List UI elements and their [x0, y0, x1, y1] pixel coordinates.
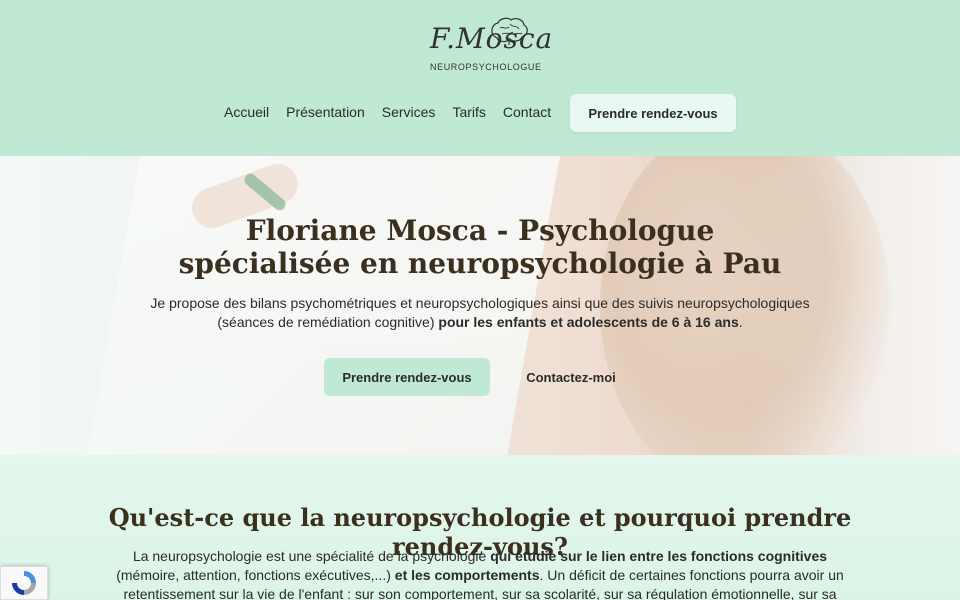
- hero-title-line1: Floriane Mosca - Psychologue: [245, 214, 715, 247]
- section-bold-1: qui étudie sur le lien entre les fonctio…: [490, 548, 828, 564]
- hero-section: Floriane Mosca - Psychologue spécialisée…: [0, 156, 960, 455]
- main-nav: Accueil Présentation Services Tarifs Con…: [224, 104, 568, 124]
- section-text-2: (mémoire, attention, fonctions exécutive…: [116, 567, 395, 583]
- nav-item-tarifs[interactable]: Tarifs: [452, 104, 485, 124]
- section-bold-2: et les comportements: [394, 567, 540, 583]
- recaptcha-icon: [12, 571, 36, 595]
- nav-item-services[interactable]: Services: [382, 104, 436, 124]
- neuropsychology-section: Qu'est-ce que la neuropsychologie et pou…: [0, 455, 960, 600]
- nav-item-accueil[interactable]: Accueil: [224, 104, 269, 124]
- recaptcha-badge[interactable]: [0, 566, 48, 600]
- hero-text-end: .: [738, 314, 743, 330]
- brain-icon: [491, 17, 528, 45]
- hero-title-line2: spécialisée en neuropsychologie à Pau: [178, 247, 782, 280]
- nav-item-presentation[interactable]: Présentation: [286, 104, 365, 124]
- hero-appointment-button[interactable]: Prendre rendez-vous: [324, 358, 490, 396]
- section-paragraph: La neuropsychologie est une spécialité d…: [100, 547, 860, 600]
- hero-title: Floriane Mosca - Psychologue spécialisée…: [160, 214, 800, 280]
- site-header: F.Mosca NEUROPSYCHOLOGUE Accueil Présent…: [0, 0, 960, 156]
- section-text-1: La neuropsychologie est une spécialité d…: [132, 548, 491, 564]
- hero-contact-button[interactable]: Contactez-moi: [516, 358, 626, 396]
- nav-item-contact[interactable]: Contact: [503, 104, 551, 124]
- header-appointment-button[interactable]: Prendre rendez-vous: [570, 94, 736, 132]
- logo-subtitle: NEUROPSYCHOLOGUE: [430, 62, 542, 72]
- hero-description: Je propose des bilans psychométriques et…: [140, 294, 820, 332]
- hero-text-bold: pour les enfants et adolescents de 6 à 1…: [438, 314, 739, 330]
- logo[interactable]: F.Mosca NEUROPSYCHOLOGUE: [0, 12, 960, 76]
